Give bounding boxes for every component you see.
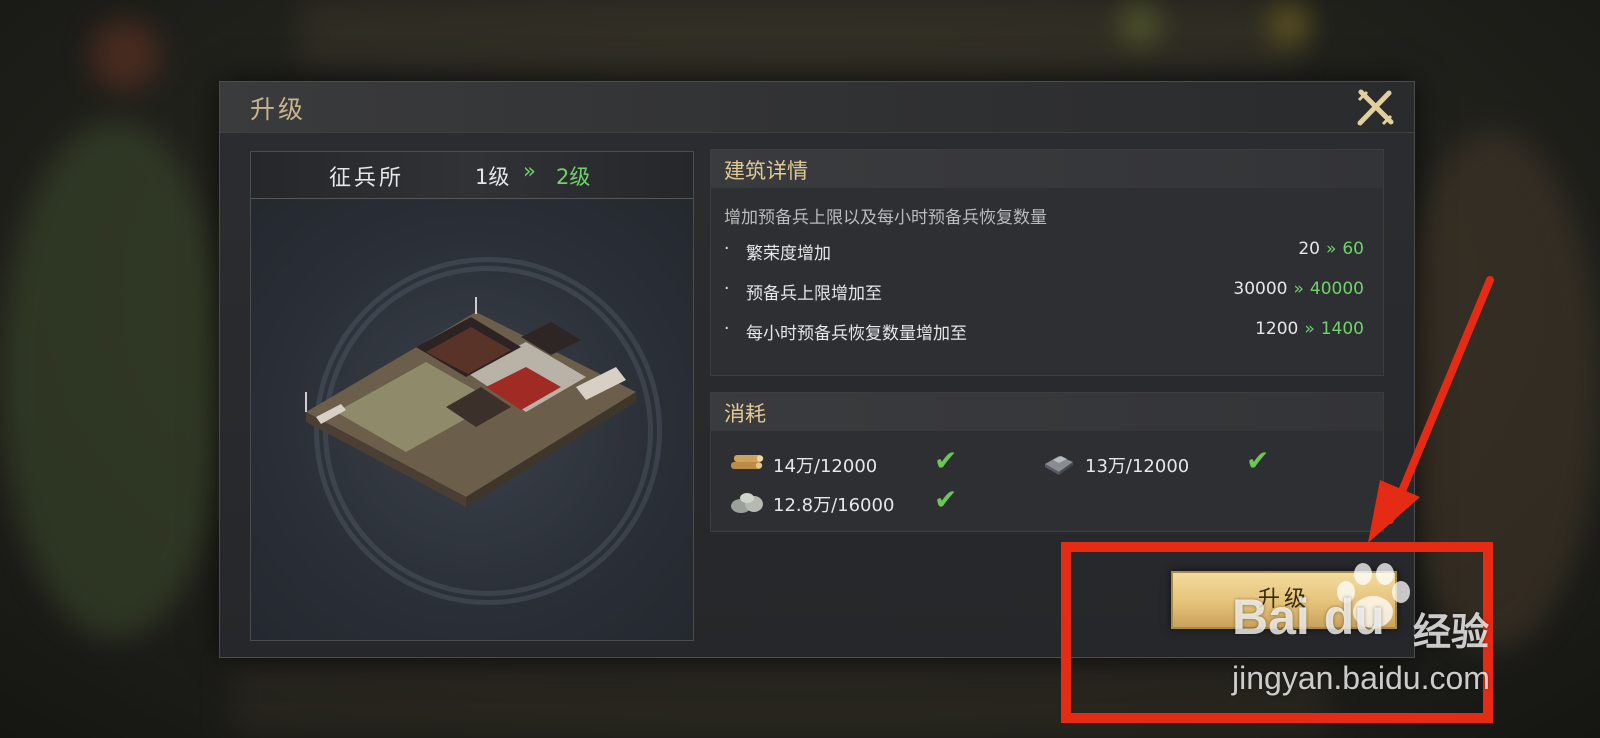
barracks-building-image: [305, 297, 636, 507]
check-icon: ✔: [934, 444, 958, 477]
new-value: 1400: [1320, 319, 1364, 339]
details-description: 增加预备兵上限以及每小时预备兵恢复数量: [724, 208, 1047, 228]
building-details-panel: 建筑详情 增加预备兵上限以及每小时预备兵恢复数量 · 繁荣度增加 20» 60 ·…: [710, 149, 1384, 376]
bullet: ·: [724, 279, 730, 299]
detail-values: 1200» 1400: [1255, 319, 1364, 339]
arrow-icon: »: [1293, 279, 1304, 299]
check-icon: ✔: [934, 483, 958, 516]
bullet: ·: [724, 319, 730, 339]
stone-icon: [731, 493, 763, 513]
cost-item-stone: 12.8万/16000 ✔: [729, 483, 1009, 517]
watermark-jingyan: 经验: [1413, 610, 1490, 654]
detail-label: 繁荣度增加: [746, 244, 831, 264]
cost-item-wood: 14万/12000 ✔: [729, 444, 1009, 478]
detail-label: 每小时预备兵恢复数量增加至: [746, 324, 967, 344]
level-arrow-icon: »: [523, 159, 536, 183]
level-to: 2级: [556, 165, 591, 189]
bullet: ·: [724, 239, 730, 259]
dialog-title: 升级: [250, 95, 307, 124]
arrow-icon: »: [1325, 239, 1337, 259]
cost-title: 消耗: [724, 402, 766, 426]
details-title: 建筑详情: [724, 159, 808, 183]
building-level-header: 征兵所 1级 » 2级: [251, 152, 693, 199]
building-name: 征兵所: [329, 166, 405, 191]
building-preview-panel: 征兵所 1级 » 2级: [250, 151, 694, 641]
annotation-arrow-icon: [1368, 276, 1494, 543]
cost-header: 消耗: [711, 393, 1383, 431]
background-blur-left: [0, 120, 230, 640]
watermark-logo: Bai du: [1232, 589, 1385, 645]
new-value: 60: [1342, 239, 1364, 259]
background-blur-gold-icon: [1270, 5, 1310, 45]
cost-amount: 14万/12000: [773, 456, 878, 477]
cost-amount: 13万/12000: [1085, 456, 1190, 477]
level-from: 1级: [475, 165, 510, 189]
detail-values: 20» 60: [1298, 239, 1364, 259]
background-blur-avatar: [90, 20, 160, 90]
close-button[interactable]: [1355, 88, 1395, 128]
iron-icon: [1045, 456, 1073, 475]
detail-row-reserve-cap: · 预备兵上限增加至 30000» 40000: [724, 277, 1364, 305]
detail-values: 30000» 40000: [1233, 279, 1364, 299]
background-blur-resource-icon: [1120, 5, 1160, 45]
wood-icon: [731, 455, 764, 469]
dialog-header: 升级: [220, 82, 1414, 133]
new-value: 40000: [1309, 279, 1364, 299]
detail-label: 预备兵上限增加至: [746, 284, 882, 304]
old-value: 30000: [1233, 279, 1288, 299]
cost-amount: 12.8万/16000: [773, 495, 895, 516]
details-header: 建筑详情: [711, 150, 1383, 188]
old-value: 1200: [1255, 319, 1299, 339]
close-x-icon: [1357, 89, 1394, 126]
cost-panel: 消耗 14万/12000 ✔ 13万/12000 ✔ 12.8万/16000 ✔: [710, 392, 1384, 532]
old-value: 20: [1298, 239, 1320, 259]
check-icon: ✔: [1246, 444, 1270, 477]
cost-item-iron: 13万/12000 ✔: [1041, 444, 1321, 478]
detail-row-prosperity: · 繁荣度增加 20» 60: [724, 237, 1364, 265]
arrow-icon: »: [1304, 319, 1315, 339]
watermark-url: jingyan.baidu.com: [1232, 660, 1490, 696]
detail-row-recovery-rate: · 每小时预备兵恢复数量增加至 1200» 1400: [724, 317, 1364, 345]
